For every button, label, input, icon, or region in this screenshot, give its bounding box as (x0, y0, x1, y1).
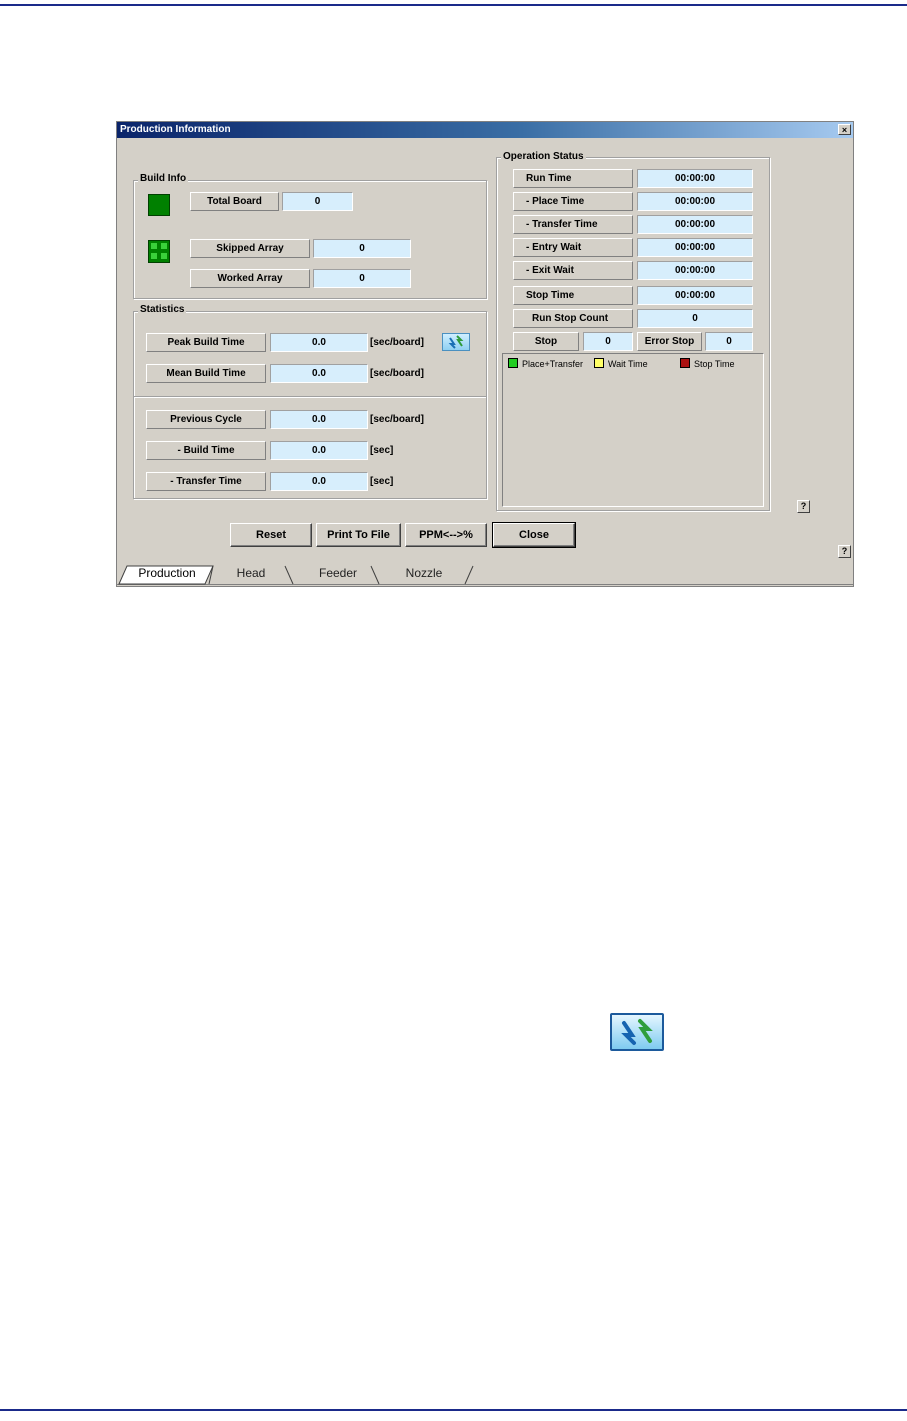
run-stop-count-label: Run Stop Count (513, 309, 633, 328)
run-time-value: 00:00:00 (637, 169, 753, 188)
statistics-divider (134, 396, 486, 398)
total-board-value: 0 (282, 192, 353, 211)
worked-array-value: 0 (313, 269, 411, 288)
peak-build-time-value: 0.0 (270, 333, 368, 352)
legend-stop-time-label: Stop Time (694, 359, 735, 369)
previous-cycle-unit: [sec/board] (370, 414, 424, 425)
legend-stop-time: Stop Time (680, 358, 735, 369)
place-time-label: - Place Time (513, 192, 633, 211)
transfer-time-value: 0.0 (270, 472, 368, 491)
title-bar: Production Information × (117, 122, 853, 138)
peak-build-time-label: Peak Build Time (146, 333, 266, 352)
place-transfer-swatch (508, 358, 518, 368)
close-button[interactable]: Close (492, 522, 576, 548)
total-board-label: Total Board (190, 192, 279, 211)
build-time-label: - Build Time (146, 441, 266, 460)
previous-cycle-value: 0.0 (270, 410, 368, 429)
top-rule (0, 4, 907, 6)
transfer-time-label: - Transfer Time (146, 472, 266, 491)
print-to-file-button[interactable]: Print To File (316, 523, 401, 547)
stop-time-value: 00:00:00 (637, 286, 753, 305)
array-icon (148, 240, 170, 263)
mean-build-time-value: 0.0 (270, 364, 368, 383)
tab-feeder[interactable]: Feeder (299, 564, 377, 584)
ppm-toggle-button[interactable]: PPM<-->% (405, 523, 487, 547)
entry-wait-label: - Entry Wait (513, 238, 633, 257)
production-information-window: Production Information × Build Info Tota… (116, 121, 854, 587)
help-icon-status[interactable]: ? (797, 500, 810, 513)
tab-production[interactable]: Production (129, 564, 205, 584)
legend-wait-time: Wait Time (594, 358, 648, 369)
tab-head[interactable]: Head (217, 564, 285, 584)
mean-build-time-unit: [sec/board] (370, 368, 424, 379)
run-stop-count-value: 0 (637, 309, 753, 328)
tab-nozzle[interactable]: Nozzle (385, 564, 463, 584)
operation-status-label: Operation Status (501, 151, 586, 163)
legend-place-transfer: Place+Transfer (508, 358, 583, 369)
entry-wait-value: 00:00:00 (637, 238, 753, 257)
build-time-unit: [sec] (370, 445, 394, 456)
error-stop-label: Error Stop (637, 332, 702, 351)
statistics-label: Statistics (138, 304, 187, 316)
peak-build-time-unit: [sec/board] (370, 337, 424, 348)
build-time-value: 0.0 (270, 441, 368, 460)
stop-time-swatch (680, 358, 690, 368)
legend-place-transfer-label: Place+Transfer (522, 359, 583, 369)
previous-cycle-label: Previous Cycle (146, 410, 266, 429)
wait-time-swatch (594, 358, 604, 368)
window-title: Production Information (120, 124, 231, 135)
legend-wait-time-label: Wait Time (608, 359, 648, 369)
bottom-rule (0, 1409, 907, 1411)
worked-array-label: Worked Array (190, 269, 310, 288)
op-transfer-time-value: 00:00:00 (637, 215, 753, 234)
stop-label: Stop (513, 332, 579, 351)
stop-value: 0 (583, 332, 633, 351)
help-icon-window[interactable]: ? (838, 545, 851, 558)
place-time-value: 00:00:00 (637, 192, 753, 211)
transfer-time-unit: [sec] (370, 476, 394, 487)
status-chart-area: Place+Transfer Wait Time Stop Time (502, 353, 764, 507)
close-icon[interactable]: × (838, 124, 851, 135)
refresh-icon-large (610, 1013, 664, 1051)
exit-wait-label: - Exit Wait (513, 261, 633, 280)
skipped-array-label: Skipped Array (190, 239, 310, 258)
run-time-label: Run Time (513, 169, 633, 188)
skipped-array-value: 0 (313, 239, 411, 258)
reset-button[interactable]: Reset (230, 523, 312, 547)
mean-build-time-label: Mean Build Time (146, 364, 266, 383)
refresh-icon[interactable] (442, 333, 470, 351)
exit-wait-value: 00:00:00 (637, 261, 753, 280)
error-stop-value: 0 (705, 332, 753, 351)
board-icon (148, 194, 170, 216)
stop-time-label: Stop Time (513, 286, 633, 305)
op-transfer-time-label: - Transfer Time (513, 215, 633, 234)
tab-bar: Production Head Feeder Nozzle (117, 564, 853, 586)
build-info-label: Build Info (138, 173, 189, 185)
